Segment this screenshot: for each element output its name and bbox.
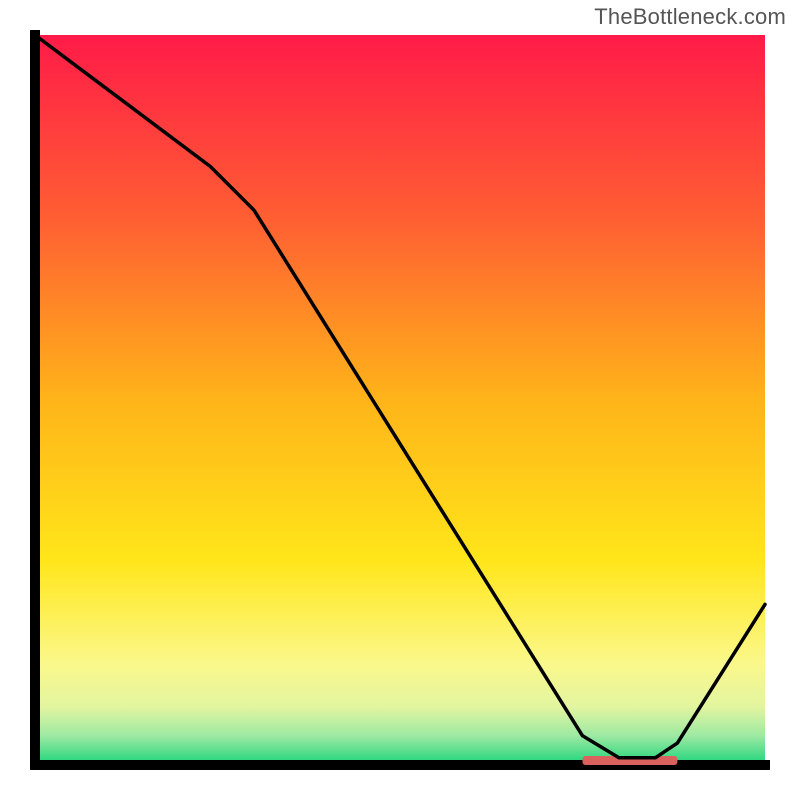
watermark-text: TheBottleneck.com [594, 4, 786, 30]
chart-gradient-area [35, 35, 765, 765]
bottleneck-chart [30, 30, 770, 770]
